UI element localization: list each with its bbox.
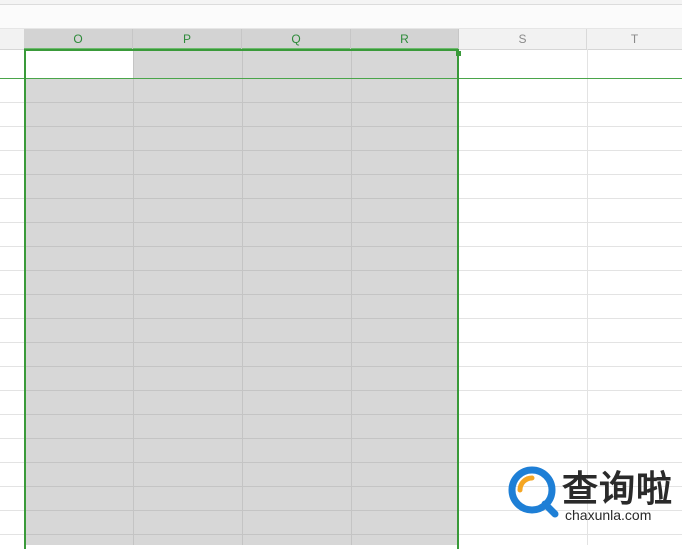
column-header-q[interactable]: Q <box>242 29 351 50</box>
fill-handle[interactable] <box>456 51 461 56</box>
column-header-o[interactable]: O <box>24 29 133 50</box>
watermark: 查询啦 chaxunla.com <box>508 458 682 528</box>
column-header-s[interactable]: S <box>459 29 587 49</box>
watermark-domain: chaxunla.com <box>565 507 652 523</box>
column-header-t[interactable]: T <box>587 29 682 49</box>
magnifier-logo-icon <box>508 466 559 518</box>
column-header-p[interactable]: P <box>133 29 242 50</box>
formula-area <box>0 5 682 29</box>
column-header-r[interactable]: R <box>351 29 459 50</box>
watermark-name: 查询啦 <box>562 469 674 510</box>
selection-border <box>24 49 459 549</box>
